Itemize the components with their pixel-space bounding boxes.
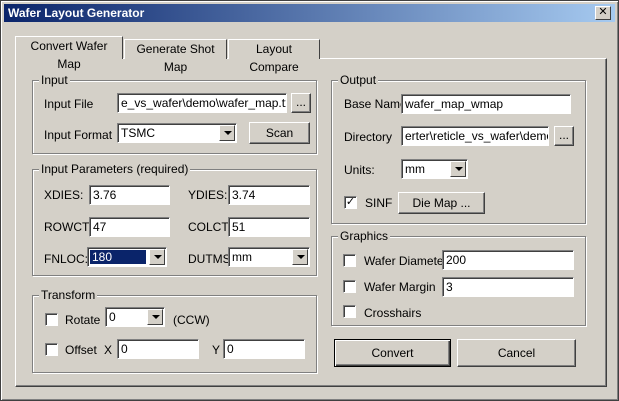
offset-checkbox[interactable] [45, 343, 58, 356]
input-format-select[interactable]: TSMC [117, 123, 237, 143]
fnloc-label: FNLOC: [44, 252, 89, 266]
units-select[interactable]: mm [401, 159, 468, 179]
dutms-select[interactable]: mm [228, 247, 310, 267]
scan-button[interactable]: Scan [249, 122, 310, 144]
rotate-checkbox[interactable] [45, 313, 58, 326]
ydies-label: YDIES: [188, 188, 228, 202]
cancel-button[interactable]: Cancel [457, 339, 576, 367]
tab-convert-wafer-map[interactable]: Convert Wafer Map [15, 36, 123, 71]
app-window: Wafer Layout Generator ✕ Convert Wafer M… [0, 0, 619, 401]
tab-label: Layout Compare [249, 42, 299, 74]
base-name-field[interactable]: wafer_map_wmap [401, 94, 571, 114]
rowct-field[interactable]: 47 [89, 217, 170, 237]
chevron-down-icon[interactable] [450, 161, 466, 177]
params-group-title: Input Parameters (required) [39, 162, 191, 176]
wafer-margin-checkbox[interactable] [343, 280, 356, 293]
tab-layout-compare[interactable]: Layout Compare [228, 39, 320, 74]
window-title: Wafer Layout Generator [8, 6, 145, 20]
output-group-title: Output [338, 73, 379, 87]
input-file-field[interactable]: e_vs_wafer\demo\wafer_map.txt [117, 93, 287, 113]
ccw-label: (CCW) [173, 313, 210, 327]
input-format-value: TSMC [121, 126, 155, 140]
rotate-select[interactable]: 0 [105, 307, 165, 327]
fnloc-select[interactable]: 180 [87, 247, 167, 267]
die-map-button[interactable]: Die Map ... [398, 192, 485, 214]
tab-generate-shot-map[interactable]: Generate Shot Map [124, 39, 227, 74]
input-file-browse-button[interactable]: ... [291, 93, 311, 113]
units-value: mm [405, 162, 425, 176]
sinf-checkbox[interactable]: ✓ [344, 196, 357, 209]
chevron-down-icon[interactable] [147, 309, 163, 325]
sinf-label: SINF [365, 196, 393, 210]
offset-y-label: Y [212, 343, 221, 357]
chevron-down-icon[interactable] [292, 249, 308, 265]
input-file-label: Input File [44, 97, 94, 111]
units-label: Units: [344, 163, 375, 177]
input-format-label: Input Format [44, 128, 113, 142]
rotate-value: 0 [109, 310, 116, 324]
wafer-diameter-field[interactable]: 200 [442, 250, 574, 270]
wafer-diameter-label: Wafer Diameter [364, 254, 448, 268]
ydies-field[interactable]: 3.74 [228, 185, 310, 205]
wafer-margin-label: Wafer Margin [364, 280, 436, 294]
chevron-down-icon[interactable] [219, 125, 235, 141]
xdies-label: XDIES: [44, 188, 84, 202]
colct-field[interactable]: 51 [228, 217, 310, 237]
crosshairs-label: Crosshairs [364, 306, 422, 320]
convert-button[interactable]: Convert [334, 339, 451, 367]
wafer-diameter-checkbox[interactable] [343, 254, 356, 267]
offset-x-field[interactable]: 0 [117, 339, 199, 359]
directory-field[interactable]: erter\reticle_vs_wafer\demo [401, 126, 549, 146]
rowct-label: ROWCT: [44, 220, 92, 234]
transform-group-title: Transform [39, 288, 98, 302]
colct-label: COLCT: [188, 220, 231, 234]
dutms-value: mm [232, 250, 252, 264]
graphics-group-title: Graphics [338, 229, 391, 243]
rotate-label: Rotate [65, 313, 101, 327]
check-icon: ✓ [345, 196, 356, 208]
offset-label: Offset [65, 343, 97, 357]
xdies-field[interactable]: 3.76 [89, 185, 170, 205]
input-group-title: Input [39, 73, 70, 87]
directory-browse-button[interactable]: ... [554, 126, 574, 146]
chevron-down-icon[interactable] [149, 249, 165, 265]
offset-y-field[interactable]: 0 [223, 339, 305, 359]
offset-x-label: X [104, 343, 113, 357]
base-name-label: Base Name [344, 97, 407, 111]
transform-group: Transform [32, 288, 317, 373]
close-icon: ✕ [598, 6, 608, 18]
close-button[interactable]: ✕ [595, 6, 611, 20]
directory-label: Directory [344, 130, 393, 144]
title-bar[interactable]: Wafer Layout Generator ✕ [4, 4, 615, 22]
wafer-margin-field[interactable]: 3 [442, 277, 574, 297]
fnloc-value: 180 [90, 250, 146, 264]
crosshairs-checkbox[interactable] [343, 305, 356, 318]
